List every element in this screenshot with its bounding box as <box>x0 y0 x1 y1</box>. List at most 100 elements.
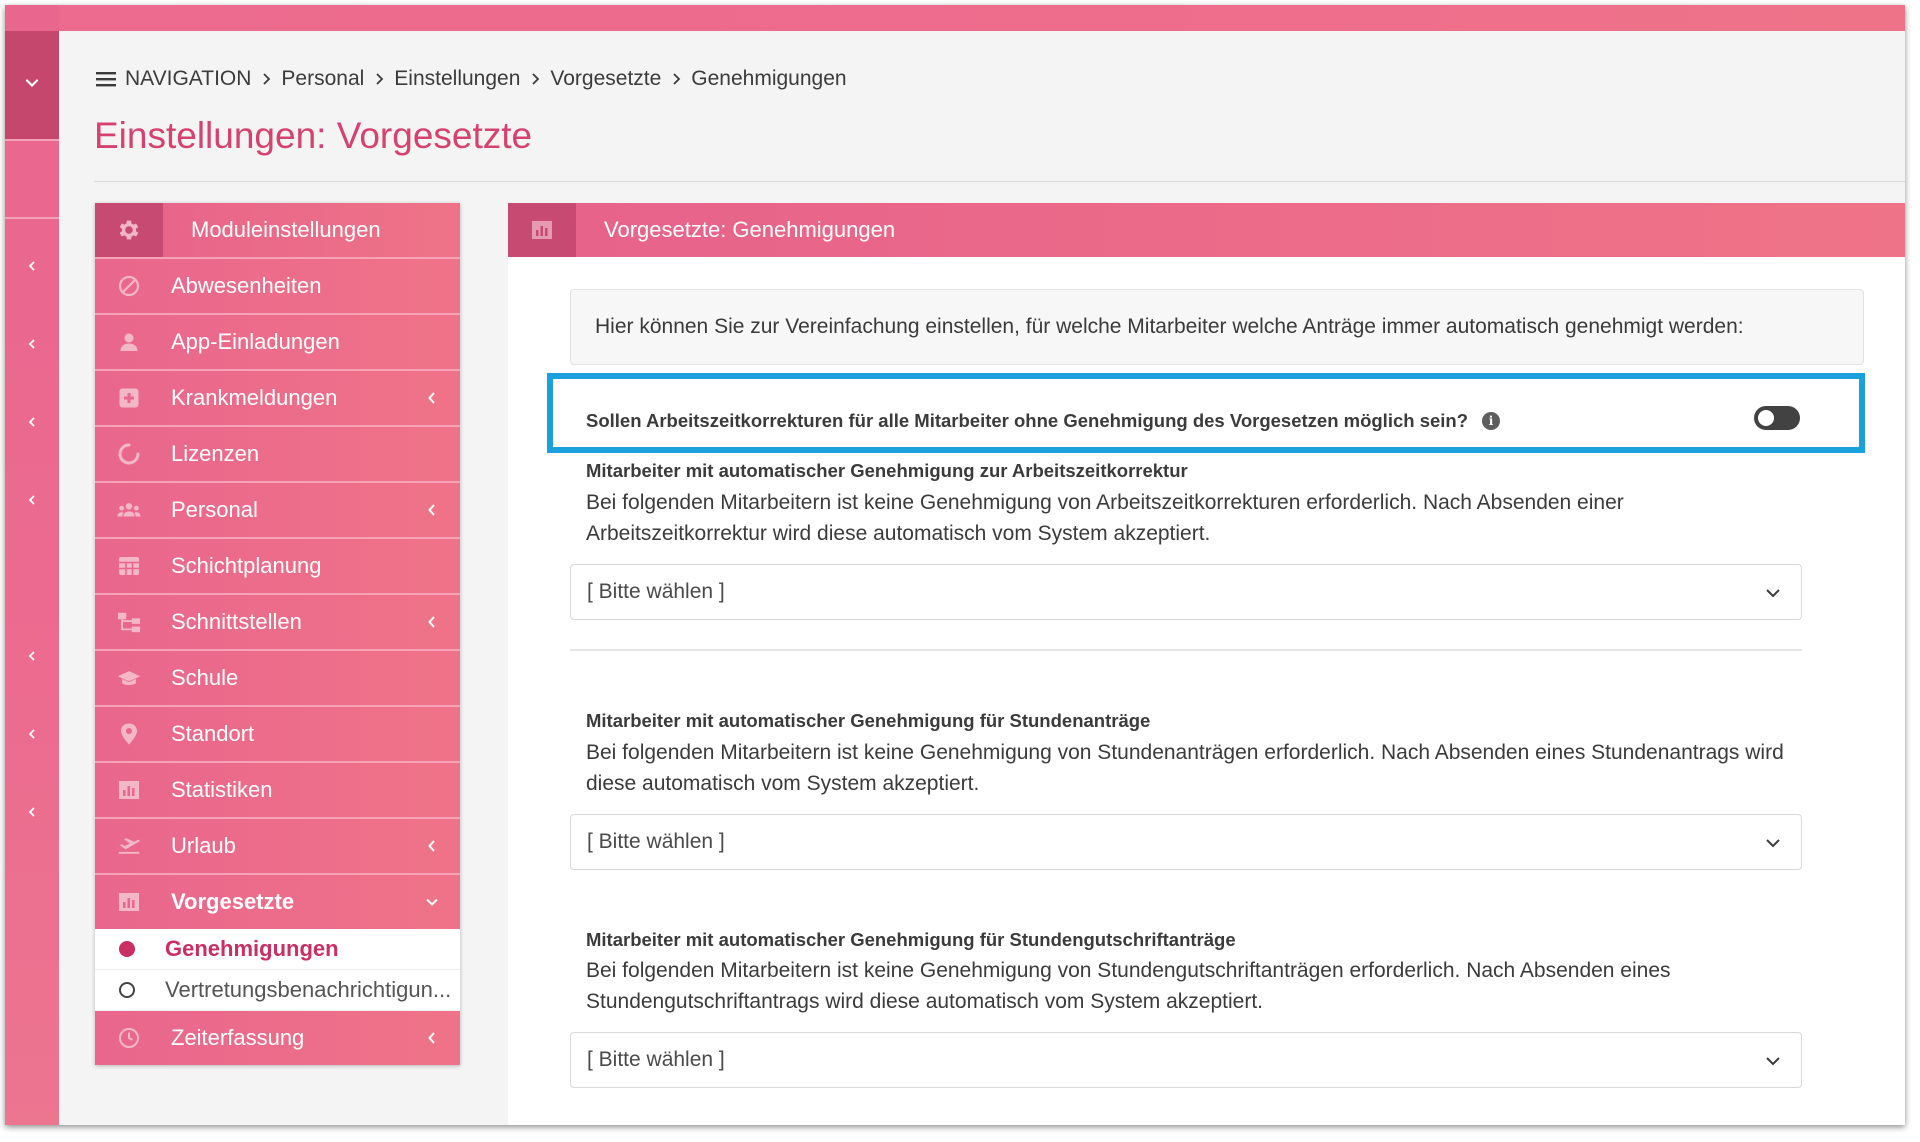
active-dot-icon <box>119 941 135 957</box>
employee-select-arbeitszeitkorrektur[interactable]: [ Bitte wählen ] <box>570 564 1802 620</box>
sidebar-item-lizenzen[interactable]: Lizenzen <box>95 425 460 481</box>
select-value: [ Bitte wählen ] <box>587 830 725 853</box>
top-bar <box>5 5 1905 31</box>
chevron-left-icon <box>422 836 442 856</box>
sidebar-item-label: Vorgesetzte <box>171 889 295 914</box>
sidebar-subitem-vertretungsbenachrichtigungen[interactable]: Vertretungsbenachrichtigun... <box>95 970 460 1011</box>
sidebar-item-schnittstellen[interactable]: Schnittstellen <box>95 593 460 649</box>
page-title: Einstellungen: Vorgesetzte <box>94 115 533 156</box>
select-value: [ Bitte wählen ] <box>587 1048 725 1071</box>
rail-expand-button[interactable] <box>5 407 59 437</box>
user-icon <box>117 330 141 354</box>
sidebar-item-vorgesetzte[interactable]: Vorgesetzte <box>95 873 460 929</box>
table-icon <box>117 554 141 578</box>
chevron-down-icon <box>422 892 442 912</box>
settings-sidebar: Moduleinstellungen Abwesenheiten App-Ein… <box>95 203 460 1065</box>
sidebar-item-label: Abwesenheiten <box>171 273 322 298</box>
section-title: Mitarbeiter mit automatischer Genehmigun… <box>586 460 1188 481</box>
breadcrumb-vorgesetzte[interactable]: Vorgesetzte <box>550 67 661 91</box>
sidebar-item-label: Personal <box>171 497 258 522</box>
main-area: NAVIGATION Personal Einstellungen Vorges… <box>59 31 1905 1125</box>
breadcrumb-einstellungen[interactable]: Einstellungen <box>394 67 520 91</box>
breadcrumb-genehmigungen[interactable]: Genehmigungen <box>691 67 846 91</box>
chevron-left-icon <box>28 261 35 271</box>
sidebar-item-label: Schichtplanung <box>171 553 322 578</box>
sidebar-item-abwesenheiten[interactable]: Abwesenheiten <box>95 257 460 313</box>
inactive-circle-icon <box>119 982 135 998</box>
bar-chart-icon <box>508 203 576 257</box>
section-title: Mitarbeiter mit automatischer Genehmigun… <box>586 710 1151 731</box>
chevron-left-icon <box>422 612 442 632</box>
chevron-left-icon <box>422 1028 442 1048</box>
chevron-left-icon <box>28 417 35 427</box>
sitemap-icon <box>117 610 141 634</box>
sidebar-item-label: Urlaub <box>171 833 236 858</box>
app-window: NAVIGATION Personal Einstellungen Vorges… <box>5 5 1905 1125</box>
sidebar-item-statistiken[interactable]: Statistiken <box>95 761 460 817</box>
sidebar-item-label: Schnittstellen <box>171 609 302 634</box>
info-icon[interactable]: i <box>1482 412 1501 430</box>
chevron-right-icon <box>530 72 540 86</box>
section-divider <box>570 649 1802 651</box>
title-divider <box>94 181 1905 182</box>
sidebar-item-app-einladungen[interactable]: App-Einladungen <box>95 313 460 369</box>
rail-expand-button[interactable] <box>5 251 59 281</box>
rail-divider <box>5 139 59 141</box>
sidebar-item-schule[interactable]: Schule <box>95 649 460 705</box>
sidebar-item-label: Krankmeldungen <box>171 385 338 410</box>
chevron-left-icon <box>28 807 35 817</box>
users-icon <box>117 498 141 522</box>
sidebar-subitem-genehmigungen[interactable]: Genehmigungen <box>95 929 460 970</box>
sidebar-item-zeiterfassung[interactable]: Zeiterfassung <box>95 1011 460 1065</box>
info-text: Hier können Sie zur Vereinfachung einste… <box>595 315 1744 338</box>
sidebar-item-urlaub[interactable]: Urlaub <box>95 817 460 873</box>
menu-icon[interactable] <box>95 70 117 88</box>
sidebar-item-label: Lizenzen <box>171 441 260 466</box>
select-value: [ Bitte wählen ] <box>587 580 725 603</box>
panel-header: Vorgesetzte: Genehmigungen <box>508 203 1905 257</box>
bar-chart-icon <box>117 890 141 914</box>
auto-approval-toggle[interactable] <box>1754 406 1800 430</box>
chevron-left-icon <box>422 388 442 408</box>
sidebar-item-label: Schule <box>171 665 239 690</box>
sidebar-item-label: Zeiterfassung <box>171 1025 305 1050</box>
toggle-knob <box>1758 410 1774 426</box>
sidebar-subitem-label: Genehmigungen <box>165 936 339 961</box>
rail-expand-button[interactable] <box>5 329 59 359</box>
chevron-down-icon <box>1763 1051 1783 1071</box>
chevron-down-icon <box>1763 833 1783 853</box>
sidebar-item-krankmeldungen[interactable]: Krankmeldungen <box>95 369 460 425</box>
info-box: Hier können Sie zur Vereinfachung einste… <box>570 289 1864 365</box>
section-description: Bei folgenden Mitarbeitern ist keine Gen… <box>586 959 1671 1013</box>
employee-select-stundengutschrift[interactable]: [ Bitte wählen ] <box>570 1032 1802 1088</box>
circle-notch-icon <box>117 442 141 466</box>
sidebar-item-standort[interactable]: Standort <box>95 705 460 761</box>
sidebar-item-label: Standort <box>171 721 255 746</box>
breadcrumb-personal[interactable]: Personal <box>281 67 364 91</box>
left-rail <box>5 5 59 1125</box>
breadcrumb-navigation[interactable]: NAVIGATION <box>125 67 251 91</box>
sidebar-header-label: Moduleinstellungen <box>191 217 381 242</box>
rail-collapse-button[interactable] <box>5 31 59 139</box>
section-description: Bei folgenden Mitarbeitern ist keine Gen… <box>586 741 1784 795</box>
rail-expand-button[interactable] <box>5 485 59 515</box>
chevron-down-icon <box>24 75 40 95</box>
bar-chart-icon <box>117 778 141 802</box>
sidebar-item-label: App-Einladungen <box>171 329 340 354</box>
sidebar-item-schichtplanung[interactable]: Schichtplanung <box>95 537 460 593</box>
plane-departure-icon <box>117 834 141 858</box>
chevron-left-icon <box>28 651 35 661</box>
employee-select-stundenantraege[interactable]: [ Bitte wählen ] <box>570 814 1802 870</box>
breadcrumb: NAVIGATION Personal Einstellungen Vorges… <box>95 67 847 91</box>
rail-expand-button[interactable] <box>5 719 59 749</box>
section-description: Bei folgenden Mitarbeitern ist keine Gen… <box>586 491 1624 545</box>
chevron-left-icon <box>422 500 442 520</box>
chevron-right-icon <box>374 72 384 86</box>
sidebar-subitem-label: Vertretungsbenachrichtigun... <box>165 977 452 1002</box>
sidebar-item-personal[interactable]: Personal <box>95 481 460 537</box>
rail-expand-button[interactable] <box>5 797 59 827</box>
rail-expand-button[interactable] <box>5 641 59 671</box>
chevron-right-icon <box>671 72 681 86</box>
map-marker-icon <box>117 722 141 746</box>
toggle-question-text: Sollen Arbeitszeitkorrekturen für alle M… <box>586 410 1469 431</box>
